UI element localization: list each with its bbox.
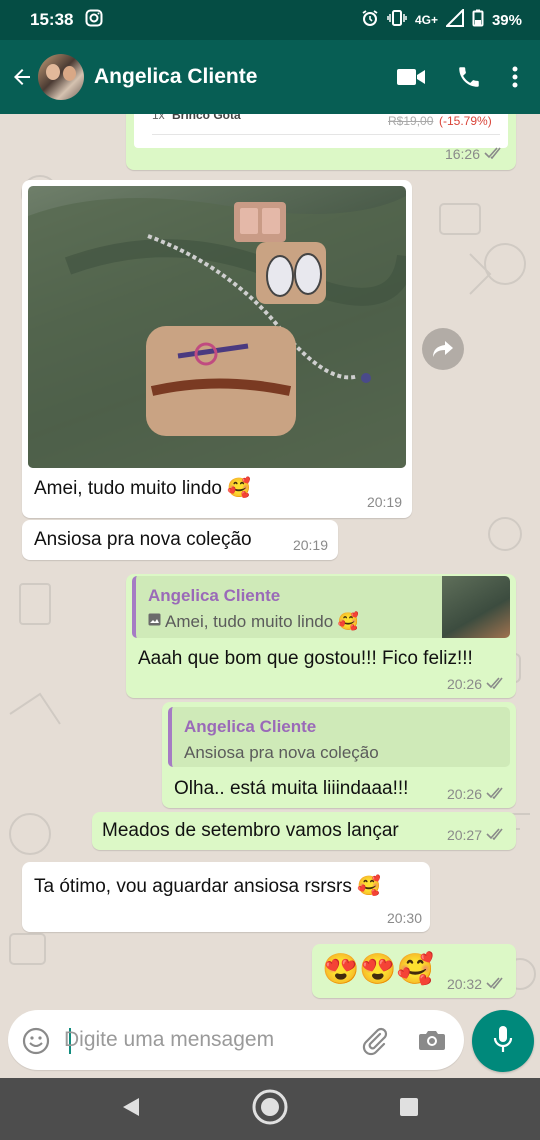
- message-meta: 20:26: [447, 676, 506, 692]
- mic-button[interactable]: [472, 1010, 534, 1072]
- contact-name[interactable]: Angelica Cliente: [94, 65, 257, 89]
- message-time: 16:26: [444, 146, 480, 162]
- reply-message[interactable]: Angelica Cliente Ansiosa pra nova coleçã…: [162, 702, 516, 808]
- system-nav-bar: [0, 1078, 540, 1140]
- order-card: 1x Brinco Gota R$19,00 (-15.79%): [134, 114, 508, 148]
- composer-box[interactable]: [8, 1010, 464, 1070]
- incoming-message[interactable]: Ansiosa pra nova coleção 20:19: [22, 520, 338, 560]
- quoted-name: Angelica Cliente: [148, 586, 281, 605]
- signal-icon: [444, 7, 464, 31]
- status-time: 15:38: [30, 10, 74, 29]
- message-text: 😍😍🥰: [322, 953, 435, 986]
- more-vert-icon[interactable]: [512, 65, 518, 89]
- order-meta: 16:26: [445, 146, 504, 162]
- vibrate-icon: [387, 9, 407, 31]
- product-photo-art: [28, 196, 406, 468]
- message-text: Ta ótimo, vou aguardar ansiosa rsrsrs 🥰: [34, 876, 381, 897]
- mic-icon: [492, 1024, 514, 1059]
- message-text: Aaah que bom que gostou!!! Fico feliz!!!: [138, 648, 473, 669]
- alarm-icon: [361, 9, 379, 31]
- double-check-icon: [486, 676, 506, 692]
- paperclip-icon[interactable]: [360, 1026, 390, 1061]
- outgoing-message[interactable]: Meados de setembro vamos lançar 20:27: [92, 812, 516, 850]
- double-check-icon: [486, 827, 506, 843]
- outgoing-message[interactable]: 😍😍🥰 20:32: [312, 944, 516, 998]
- quoted-text: Ansiosa pra nova coleção: [184, 743, 379, 762]
- composer-bar: [0, 1006, 540, 1078]
- quoted-thumbnail: [442, 576, 510, 638]
- incoming-message[interactable]: Ta ótimo, vou aguardar ansiosa rsrsrs 🥰 …: [22, 862, 430, 932]
- order-message[interactable]: 1x Brinco Gota R$19,00 (-15.79%) 16:26: [126, 114, 516, 170]
- product-photo[interactable]: [28, 186, 406, 468]
- camera-icon[interactable]: [418, 1028, 446, 1057]
- order-quantity: 1x: [152, 114, 165, 122]
- message-time: 20:30: [386, 910, 422, 926]
- message-text: Olha.. está muita liiindaaa!!!: [174, 778, 409, 799]
- forward-icon[interactable]: [422, 328, 464, 370]
- battery-icon: [472, 9, 484, 31]
- photo-icon: [148, 613, 161, 631]
- message-meta: 20:30: [387, 910, 422, 926]
- double-check-icon: [484, 146, 504, 162]
- quoted-message[interactable]: Angelica Cliente Amei, tudo muito lindo …: [132, 576, 510, 638]
- double-check-icon: [486, 786, 506, 802]
- double-check-icon: [486, 976, 506, 992]
- image-meta: 20:19: [367, 494, 402, 510]
- message-meta: 20:26: [447, 786, 506, 802]
- quoted-text: Amei, tudo muito lindo 🥰: [165, 612, 360, 631]
- instagram-icon: [85, 9, 103, 32]
- order-item: Brinco Gota: [172, 114, 241, 122]
- order-discount: (-15.79%): [439, 114, 492, 128]
- emoji-icon[interactable]: [22, 1027, 50, 1060]
- message-input[interactable]: [64, 1024, 354, 1056]
- message-time: 20:32: [446, 976, 482, 992]
- arrow-left-icon[interactable]: [8, 63, 36, 91]
- status-bar: 15:38 4G+ 39%: [0, 0, 540, 40]
- image-caption: Amei, tudo muito lindo 🥰: [34, 478, 251, 499]
- reply-message[interactable]: Angelica Cliente Amei, tudo muito lindo …: [126, 574, 516, 698]
- network-type: 4G+: [414, 13, 438, 27]
- nav-back-icon[interactable]: [121, 1096, 141, 1123]
- message-time: 20:19: [292, 537, 328, 553]
- battery-percent: 39%: [491, 11, 522, 29]
- image-message[interactable]: Amei, tudo muito lindo 🥰 20:19: [22, 180, 412, 518]
- message-text: Ansiosa pra nova coleção: [34, 529, 252, 550]
- message-time: 20:26: [446, 676, 482, 692]
- message-time: 20:27: [446, 827, 482, 843]
- video-call-icon[interactable]: [396, 66, 426, 88]
- chat-area[interactable]: 1x Brinco Gota R$19,00 (-15.79%) 16:26 A…: [0, 114, 540, 1006]
- nav-home-icon[interactable]: [251, 1088, 289, 1131]
- chat-header: Angelica Cliente: [0, 40, 540, 114]
- message-meta: 20:27: [447, 827, 506, 843]
- message-time: 20:19: [366, 494, 402, 510]
- nav-recents-icon[interactable]: [399, 1097, 419, 1122]
- message-meta: 20:19: [293, 537, 328, 553]
- order-old-price: R$19,00: [388, 114, 434, 128]
- quoted-message[interactable]: Angelica Cliente Ansiosa pra nova coleçã…: [168, 707, 510, 767]
- quoted-line: Amei, tudo muito lindo 🥰: [148, 612, 359, 632]
- quoted-name: Angelica Cliente: [184, 717, 317, 736]
- order-divider: [152, 134, 500, 135]
- phone-icon[interactable]: [456, 64, 482, 90]
- avatar[interactable]: [38, 54, 84, 100]
- message-text: Meados de setembro vamos lançar: [102, 820, 399, 841]
- message-time: 20:26: [446, 786, 482, 802]
- message-meta: 20:32: [447, 976, 506, 992]
